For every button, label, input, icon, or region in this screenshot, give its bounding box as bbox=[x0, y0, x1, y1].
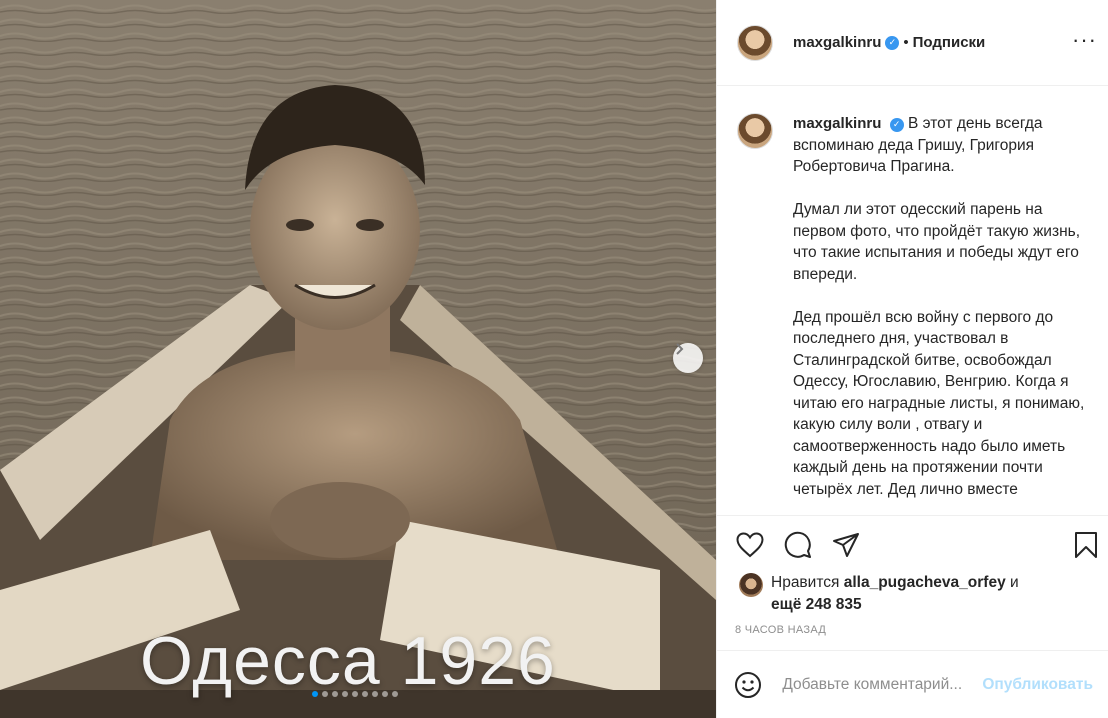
avatar[interactable] bbox=[737, 24, 773, 61]
publish-button[interactable]: Опубликовать bbox=[982, 676, 1093, 694]
carousel-dot bbox=[322, 691, 328, 697]
likes-summary: Нравится alla_pugacheva_orfey и ещё 248 … bbox=[739, 572, 1019, 615]
post-timestamp[interactable]: 8 ЧАСОВ НАЗАД bbox=[735, 624, 826, 636]
share-button[interactable] bbox=[831, 530, 861, 560]
liker-username[interactable]: alla_pugacheva_orfey bbox=[844, 574, 1006, 591]
action-icons bbox=[735, 530, 861, 560]
emoji-button[interactable] bbox=[733, 669, 762, 701]
heart-icon bbox=[736, 532, 764, 558]
carousel-dot bbox=[352, 691, 358, 697]
following-button[interactable]: Подписки bbox=[913, 34, 986, 51]
comment-input[interactable] bbox=[782, 675, 979, 694]
carousel-dot bbox=[332, 691, 338, 697]
likes-conjunction: и bbox=[1010, 574, 1019, 591]
smiley-icon bbox=[734, 671, 761, 698]
post-header: maxgalkinru ✓ • Подписки ··· bbox=[717, 0, 1108, 86]
carousel-dot bbox=[362, 691, 368, 697]
like-button[interactable] bbox=[735, 530, 765, 560]
bookmark-icon bbox=[1075, 532, 1097, 558]
chevron-right-icon bbox=[676, 343, 684, 355]
comment-icon bbox=[784, 531, 811, 558]
comments-area[interactable]: maxgalkinru ✓ В этот день всегда вспомин… bbox=[717, 87, 1108, 515]
liker-avatar[interactable] bbox=[739, 573, 763, 597]
verified-badge-icon: ✓ bbox=[889, 117, 904, 132]
carousel-dot bbox=[392, 691, 398, 697]
more-dots-icon: ··· bbox=[1072, 27, 1097, 52]
more-options-button[interactable]: ··· bbox=[1072, 27, 1097, 52]
likes-text: Нравится alla_pugacheva_orfey и ещё 248 … bbox=[771, 572, 1019, 615]
comment-button[interactable] bbox=[783, 530, 813, 560]
header-username[interactable]: maxgalkinru bbox=[793, 34, 881, 51]
add-comment-bar: Опубликовать bbox=[717, 650, 1108, 718]
post-photo[interactable]: Одесса 1926 bbox=[0, 0, 716, 718]
post-caption: maxgalkinru ✓ В этот день всегда вспомин… bbox=[737, 113, 1089, 515]
photo-overlay-text: Одесса 1926 bbox=[140, 623, 556, 699]
caption-paragraph: Дед прошёл всю войну с первого до послед… bbox=[793, 308, 1085, 498]
caption-username[interactable]: maxgalkinru bbox=[793, 115, 881, 132]
verified-badge-icon: ✓ bbox=[885, 35, 900, 50]
caption-paragraph: Думал ли этот одесский парень на первом … bbox=[793, 201, 1081, 283]
share-icon bbox=[833, 533, 859, 557]
header-separator: • bbox=[903, 34, 909, 51]
carousel-dot bbox=[312, 691, 318, 697]
likes-prefix: Нравится bbox=[771, 574, 840, 591]
likes-count[interactable]: ещё 248 835 bbox=[771, 596, 862, 613]
caption-avatar[interactable] bbox=[737, 113, 773, 149]
carousel-dots bbox=[312, 691, 398, 697]
carousel-dot bbox=[372, 691, 378, 697]
post-actions: Нравится alla_pugacheva_orfey и ещё 248 … bbox=[717, 515, 1108, 650]
next-slide-button[interactable] bbox=[673, 343, 703, 373]
photo-image bbox=[0, 0, 716, 718]
carousel-dot bbox=[382, 691, 388, 697]
caption-body: maxgalkinru ✓ В этот день всегда вспомин… bbox=[793, 113, 1089, 515]
post-side-panel: maxgalkinru ✓ • Подписки ··· maxgalkinru… bbox=[716, 0, 1108, 718]
save-button[interactable] bbox=[1071, 530, 1101, 560]
carousel-dot bbox=[342, 691, 348, 697]
caption-paragraph: maxgalkinru ✓ В этот день всегда вспомин… bbox=[793, 113, 1089, 178]
